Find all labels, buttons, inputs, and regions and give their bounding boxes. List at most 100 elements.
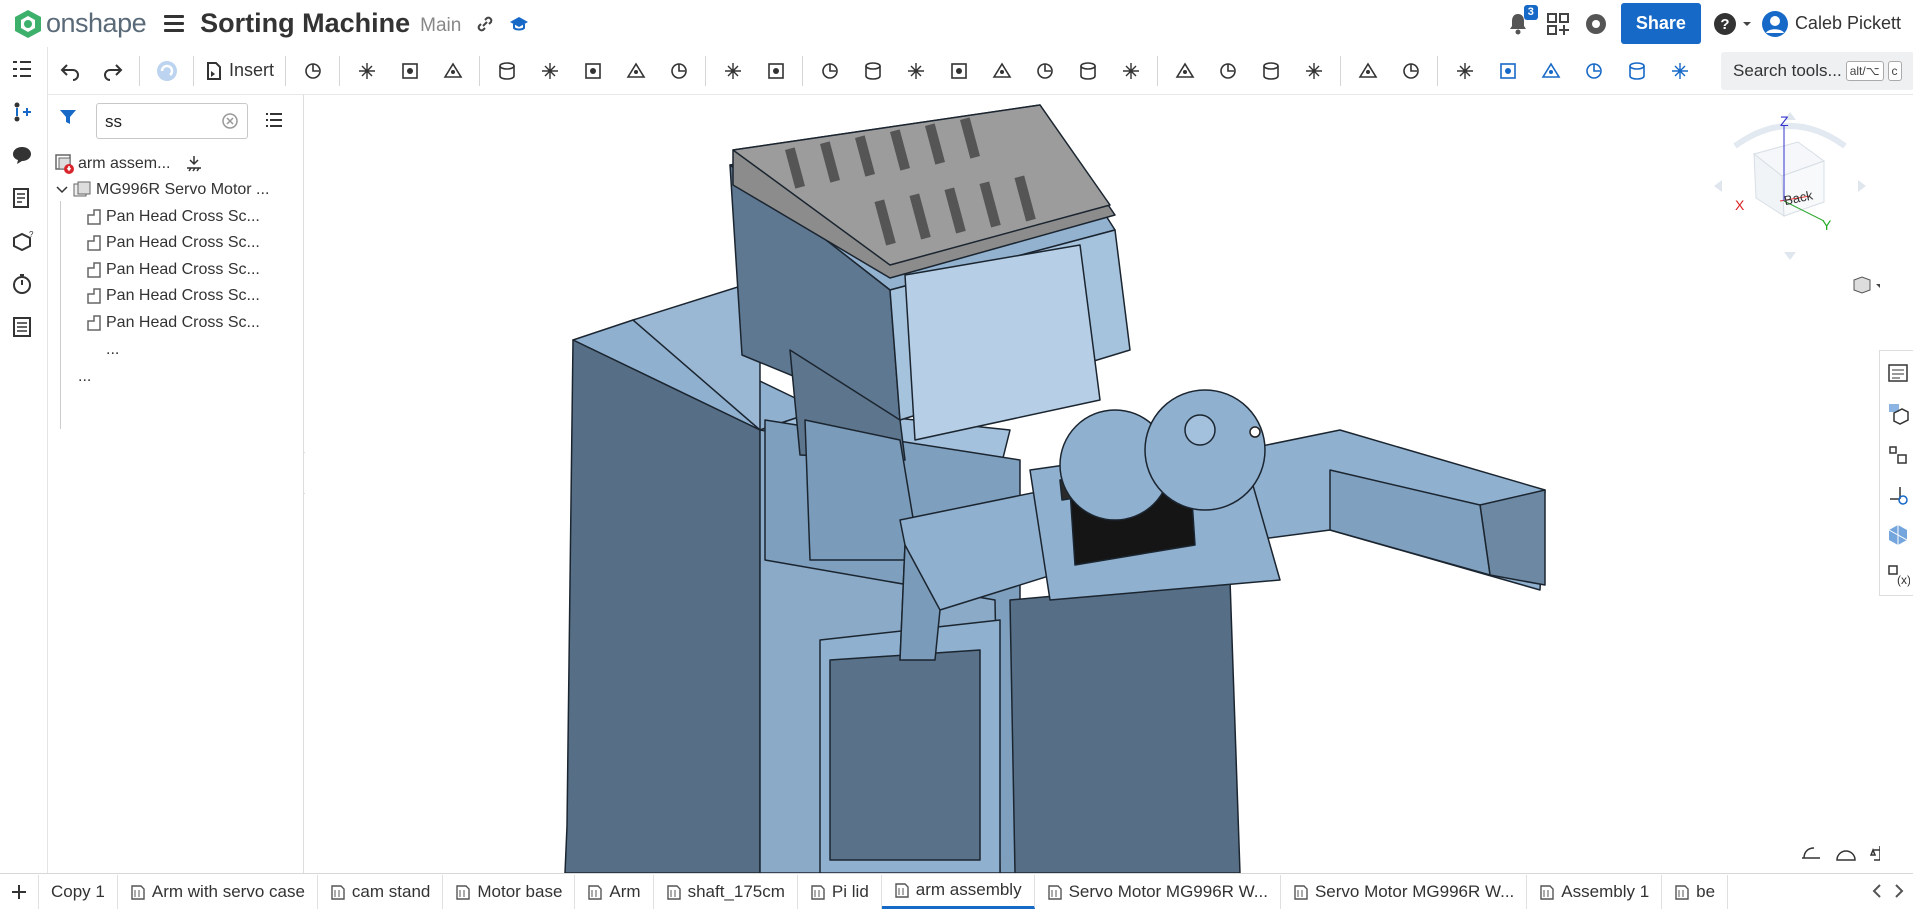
mate-features-icon[interactable] [1886, 443, 1910, 467]
apps-grid-icon[interactable] [1545, 11, 1571, 37]
path-tool[interactable] [1662, 53, 1698, 89]
notes-icon[interactable] [10, 186, 34, 210]
revolute-tool[interactable] [435, 53, 471, 89]
mate-connector-icon[interactable] [184, 154, 204, 174]
comments-icon[interactable] [10, 143, 34, 167]
fastened-mate-tool[interactable] [489, 53, 525, 89]
section-tool[interactable] [1027, 53, 1063, 89]
tree-part-item[interactable]: Pan Head Cross Sc... [84, 233, 260, 253]
bom-icon[interactable] [1886, 401, 1910, 425]
linear-pattern-tool[interactable] [758, 53, 794, 89]
notifications-button[interactable]: 3 [1505, 4, 1538, 37]
graphics-viewport[interactable]: X Y Z Back [305, 96, 1880, 873]
named-views-icon[interactable] [1886, 483, 1910, 507]
variable-icon[interactable]: (x) [1886, 563, 1910, 587]
screw-relation-tool[interactable] [1253, 53, 1289, 89]
planar-mate-tool[interactable] [618, 53, 654, 89]
view-options-icon[interactable] [1850, 274, 1880, 298]
tab-4[interactable]: Arm [575, 874, 654, 909]
mate-connector-tool[interactable] [941, 53, 977, 89]
tab-1[interactable]: Arm with servo case [118, 874, 318, 909]
add-tab-button[interactable] [0, 874, 39, 909]
rotate-tool[interactable] [715, 53, 751, 89]
avatar[interactable] [1761, 10, 1789, 38]
cylinder-tool[interactable] [349, 53, 385, 89]
tab-8[interactable]: Servo Motor MG996R W... [1035, 874, 1281, 909]
clear-filter-icon[interactable] [222, 113, 238, 129]
user-name[interactable]: Caleb Pickett [1795, 13, 1901, 34]
explode-tool[interactable] [1070, 53, 1106, 89]
slider-mate-tool[interactable] [575, 53, 611, 89]
star-tool[interactable] [855, 53, 891, 89]
stopwatch-icon[interactable] [10, 272, 34, 296]
list-view-icon[interactable] [264, 110, 284, 130]
tab-6[interactable]: Pi lid [798, 874, 882, 909]
document-title[interactable]: Sorting Machine [200, 8, 410, 39]
linear-relation-tool[interactable] [1296, 53, 1332, 89]
configurations-icon[interactable]: ? [10, 229, 34, 253]
tree-more-outer[interactable]: ... [78, 368, 91, 386]
view-cube[interactable]: X Y Z Back [1710, 106, 1870, 276]
pin-slot-tool[interactable] [1576, 53, 1612, 89]
appearance-panel-icon[interactable] [1886, 361, 1910, 385]
tree-more-inner[interactable]: ... [106, 341, 119, 359]
mate-limit-tool[interactable] [1447, 53, 1483, 89]
book-tool[interactable] [1113, 53, 1149, 89]
measure-tool-icon[interactable] [1800, 844, 1822, 862]
filter-icon[interactable] [58, 107, 78, 127]
link-icon[interactable] [475, 14, 495, 34]
tab-11[interactable]: be [1662, 874, 1729, 909]
replicate-tool[interactable] [898, 53, 934, 89]
chevron-down-icon[interactable] [54, 182, 70, 198]
branch-label[interactable]: Main [420, 15, 461, 37]
tree-subassembly[interactable]: MG996R Servo Motor ... [54, 180, 269, 200]
gear-relation-tool[interactable] [1167, 53, 1203, 89]
feature-list-icon[interactable] [10, 57, 34, 81]
search-tools-input[interactable]: Search tools... alt/⌥ c [1721, 51, 1913, 90]
help-icon[interactable]: ? [1713, 12, 1737, 36]
menu-icon[interactable] [164, 15, 185, 32]
tree-root[interactable]: arm assem... [54, 153, 204, 175]
ring-tool[interactable] [392, 53, 428, 89]
notification-badge: 3 [1523, 4, 1538, 20]
revolute-mate-tool[interactable] [532, 53, 568, 89]
appearance-tool[interactable] [1393, 53, 1429, 89]
tab-3[interactable]: Motor base [443, 874, 576, 909]
render-studio-icon[interactable] [1886, 523, 1910, 547]
share-button[interactable]: Share [1620, 3, 1701, 44]
chevron-right-icon[interactable] [1893, 883, 1905, 899]
app-store-icon[interactable] [1583, 11, 1609, 37]
tangent-mate-tool[interactable] [1533, 53, 1569, 89]
ball-mate-tool[interactable] [661, 53, 697, 89]
insert-button[interactable]: Insert [199, 60, 280, 81]
assembly-model[interactable] [305, 96, 1880, 873]
history-tool[interactable] [295, 53, 331, 89]
rack-pinion-tool[interactable] [1210, 53, 1246, 89]
onshape-logo[interactable]: onshape [14, 8, 147, 39]
transform-tool[interactable] [984, 53, 1020, 89]
properties-icon[interactable] [10, 315, 34, 339]
parallel-mate-tool[interactable] [1619, 53, 1655, 89]
learning-center-icon[interactable] [509, 14, 529, 34]
regenerate-button[interactable] [149, 53, 185, 89]
undo-button[interactable] [52, 53, 88, 89]
tab-2[interactable]: cam stand [318, 874, 444, 909]
tab-5[interactable]: shaft_175cm [654, 874, 798, 909]
chevron-down-icon[interactable] [1741, 18, 1753, 30]
tab-7[interactable]: arm assembly [881, 874, 1035, 909]
tree-part-item[interactable]: Pan Head Cross Sc... [84, 313, 260, 333]
simulation-tool[interactable] [1350, 53, 1386, 89]
tree-part-item[interactable]: Pan Head Cross Sc... [84, 260, 260, 280]
loop-tool[interactable] [1490, 53, 1526, 89]
redo-button[interactable] [95, 53, 131, 89]
balance-icon[interactable] [1870, 844, 1880, 862]
chevron-left-icon[interactable] [1871, 883, 1883, 899]
instances-icon[interactable] [10, 100, 34, 124]
tab-9[interactable]: Servo Motor MG996R W... [1281, 874, 1528, 909]
tree-part-item[interactable]: Pan Head Cross Sc... [84, 207, 260, 227]
tab-10[interactable]: Assembly 1 [1527, 874, 1663, 909]
mass-properties-icon[interactable] [1835, 844, 1857, 862]
tree-part-item[interactable]: Pan Head Cross Sc... [84, 286, 260, 306]
tab-0[interactable]: Copy 1 [39, 874, 118, 909]
group-tool[interactable] [812, 53, 848, 89]
